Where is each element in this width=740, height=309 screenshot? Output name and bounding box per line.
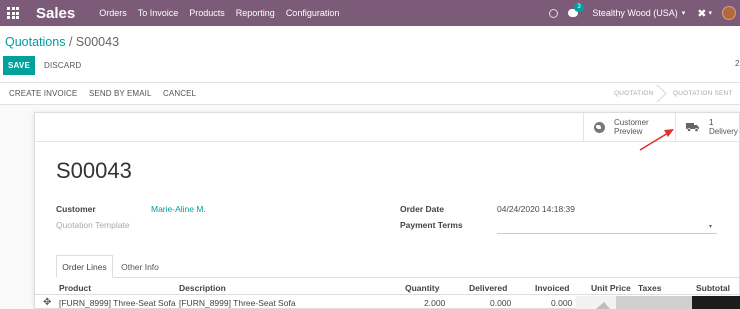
col-quantity[interactable]: Quantity bbox=[405, 283, 439, 293]
app-name[interactable]: Sales bbox=[36, 5, 75, 22]
chat-count-badge: 3 bbox=[574, 3, 584, 12]
col-product[interactable]: Product bbox=[59, 283, 91, 293]
top-navbar: Sales Orders To Invoice Products Reporti… bbox=[0, 0, 740, 26]
tab-order-lines[interactable]: Order Lines bbox=[56, 255, 113, 278]
preview-label-line2: Preview bbox=[614, 127, 643, 136]
col-delivered[interactable]: Delivered bbox=[469, 283, 507, 293]
row-delivered: 0.000 bbox=[490, 298, 512, 308]
col-taxes[interactable]: Taxes bbox=[638, 283, 661, 293]
debug-icon[interactable]: ✖ bbox=[697, 7, 706, 20]
delivery-label: Delivery bbox=[709, 127, 738, 136]
row-description[interactable]: [FURN_8999] Three-Seat Sofa bbox=[179, 298, 296, 308]
quotation-template-label: Quotation Template bbox=[56, 220, 130, 230]
order-title: S00043 bbox=[56, 158, 132, 183]
breadcrumb-separator: / bbox=[68, 35, 73, 49]
cancel-button[interactable]: CANCEL bbox=[163, 83, 196, 104]
row-product[interactable]: [FURN_8999] Three-Seat Sofa bbox=[59, 298, 176, 308]
stage-quotation-sent[interactable]: QUOTATION SENT bbox=[673, 83, 733, 104]
activity-clock-icon[interactable] bbox=[549, 8, 559, 18]
company-switcher[interactable]: Stealthy Wood (USA) bbox=[592, 8, 677, 18]
overlay-image-fragment bbox=[576, 296, 740, 309]
order-date-field[interactable]: 04/24/2020 14:18:39 bbox=[497, 204, 575, 214]
order-date-label: Order Date bbox=[400, 204, 444, 214]
customer-preview-button[interactable]: Customer Preview bbox=[583, 113, 675, 141]
debug-caret-icon: ▾ bbox=[708, 10, 712, 17]
smart-button-box: Customer Preview 1 Delivery bbox=[35, 113, 740, 142]
globe-icon bbox=[594, 121, 605, 133]
save-button[interactable]: SAVE bbox=[3, 56, 35, 75]
customer-label: Customer bbox=[56, 204, 96, 214]
menu-to-invoice[interactable]: To Invoice bbox=[138, 8, 179, 18]
row-quantity[interactable]: 2.000 bbox=[424, 298, 445, 308]
breadcrumb-quotations-link[interactable]: Quotations bbox=[5, 35, 65, 49]
col-invoiced[interactable]: Invoiced bbox=[535, 283, 569, 293]
breadcrumb-current: S00043 bbox=[75, 35, 120, 49]
pager-fragment: 2 bbox=[735, 59, 740, 68]
menu-products[interactable]: Products bbox=[189, 8, 225, 18]
breadcrumb: Quotations / S00043 bbox=[5, 35, 119, 49]
delivery-smart-button[interactable]: 1 Delivery bbox=[675, 113, 740, 141]
menu-reporting[interactable]: Reporting bbox=[236, 8, 275, 18]
tab-other-info[interactable]: Other Info bbox=[113, 255, 167, 278]
statusbar: CREATE INVOICE SEND BY EMAIL CANCEL QUOT… bbox=[0, 82, 740, 105]
col-unit-price[interactable]: Unit Price bbox=[591, 283, 631, 293]
apps-menu-icon[interactable] bbox=[0, 0, 26, 26]
stage-quotation[interactable]: QUOTATION bbox=[614, 83, 653, 104]
table-header-divider bbox=[35, 294, 740, 295]
user-avatar[interactable] bbox=[722, 6, 736, 20]
col-description[interactable]: Description bbox=[179, 283, 226, 293]
payment-terms-select[interactable] bbox=[497, 233, 717, 234]
payment-terms-caret-icon: ▾ bbox=[709, 224, 713, 230]
payment-terms-label: Payment Terms bbox=[400, 220, 463, 230]
drag-handle-icon[interactable]: ✥ bbox=[43, 297, 51, 308]
send-by-email-button[interactable]: SEND BY EMAIL bbox=[89, 83, 152, 104]
menu-orders[interactable]: Orders bbox=[99, 8, 127, 18]
preview-label-line1: Customer bbox=[614, 118, 649, 127]
delivery-count: 1 bbox=[709, 118, 714, 127]
col-subtotal[interactable]: Subtotal bbox=[696, 283, 730, 293]
messaging-button[interactable]: 3 bbox=[568, 3, 584, 17]
create-invoice-button[interactable]: CREATE INVOICE bbox=[9, 83, 77, 104]
truck-icon bbox=[686, 123, 699, 132]
discard-button[interactable]: DISCARD bbox=[44, 56, 81, 75]
customer-field[interactable]: Marie-Aline M. bbox=[151, 204, 206, 214]
stage-separator-icon bbox=[656, 85, 667, 102]
row-invoiced: 0.000 bbox=[551, 298, 573, 308]
company-caret-icon: ▾ bbox=[681, 10, 686, 17]
form-sheet: Customer Preview 1 Delivery S00043 Custo… bbox=[34, 112, 740, 309]
menu-configuration[interactable]: Configuration bbox=[286, 8, 340, 18]
